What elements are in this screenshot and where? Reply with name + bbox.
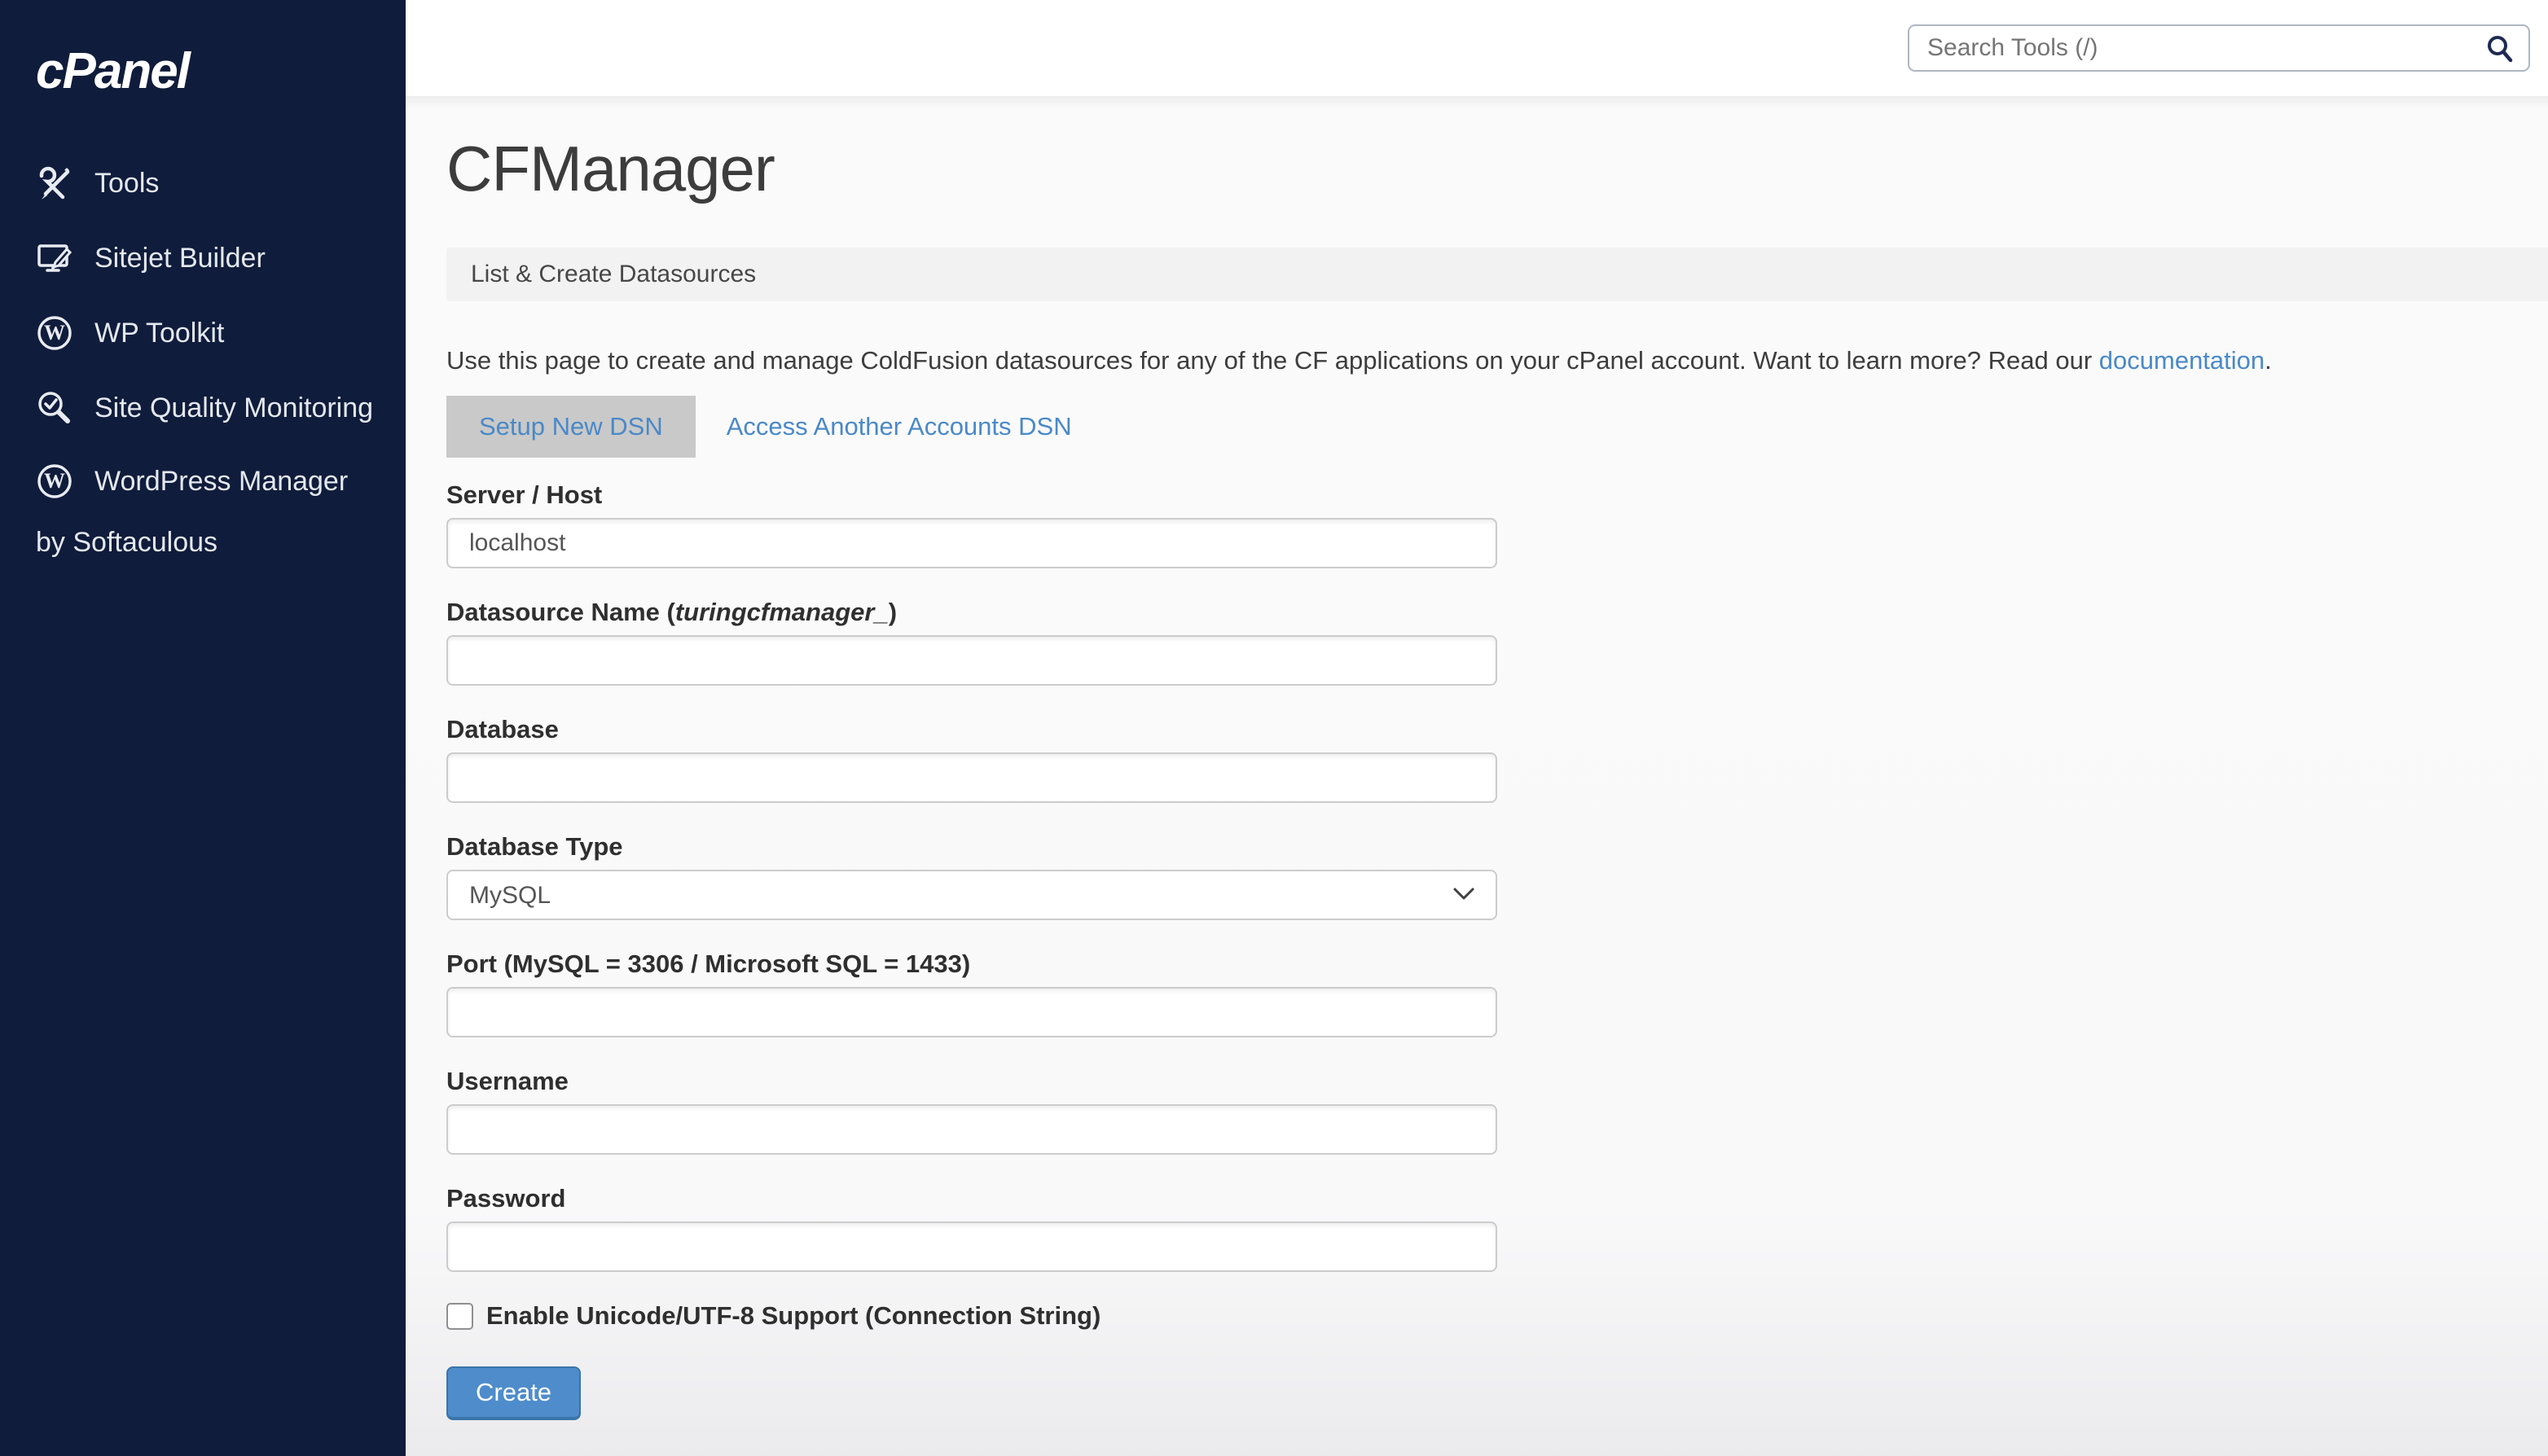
database-type-label: Database Type: [446, 832, 1497, 862]
wordpress-manager-row[interactable]: W WordPress Manager: [0, 445, 406, 517]
database-type-select-wrap: MySQL: [446, 870, 1497, 920]
breadcrumb-label: List & Create Datasources: [471, 261, 756, 288]
field-port: Port (MySQL = 3306 / Microsoft SQL = 143…: [446, 949, 1497, 1037]
cpanel-logo[interactable]: cPanel: [36, 42, 189, 100]
database-type-select[interactable]: MySQL: [446, 870, 1497, 920]
intro-text: Use this page to create and manage ColdF…: [446, 342, 2548, 379]
sidebar-item-label: Tools: [94, 168, 159, 200]
sidebar-item-label: Sitejet Builder: [94, 243, 266, 274]
sidebar-item-sitejet-builder[interactable]: Sitejet Builder: [0, 221, 406, 296]
password-label: Password: [446, 1184, 1497, 1213]
sidebar-item-label: WP Toolkit: [94, 318, 224, 349]
site-quality-icon: [36, 389, 73, 427]
sidebar-item-tools[interactable]: Tools: [0, 146, 406, 221]
datasource-name-input[interactable]: [446, 635, 1497, 686]
wordpress-icon: W: [36, 314, 73, 352]
sitejet-builder-icon: [36, 239, 73, 277]
intro-text-body: Use this page to create and manage ColdF…: [446, 346, 2099, 375]
sidebar-item-sublabel: by Softaculous: [0, 517, 406, 568]
field-database: Database: [446, 715, 1497, 803]
search-box: [1908, 24, 2530, 72]
sidebar-nav: Tools Sitejet Builder W WP Toolkit S: [0, 146, 406, 568]
create-button[interactable]: Create: [446, 1366, 581, 1420]
database-input[interactable]: [446, 752, 1497, 803]
label-italic-part: turingcfmanager_: [675, 598, 889, 626]
documentation-link[interactable]: documentation: [2099, 346, 2265, 375]
field-database-type: Database Type MySQL: [446, 832, 1497, 920]
password-input[interactable]: [446, 1221, 1497, 1272]
unicode-support-checkbox[interactable]: [446, 1303, 473, 1330]
label-suffix: ): [889, 598, 897, 626]
port-input[interactable]: [446, 987, 1497, 1037]
username-label: Username: [446, 1067, 1497, 1096]
intro-text-suffix: .: [2265, 346, 2272, 375]
field-server-host: Server / Host: [446, 480, 1497, 568]
tab-setup-new-dsn[interactable]: Setup New DSN: [446, 396, 696, 458]
label-prefix: Datasource Name (: [446, 598, 675, 626]
breadcrumb: List & Create Datasources: [446, 248, 2548, 301]
sidebar-item-label: Site Quality Monitoring: [94, 393, 373, 424]
server-host-input[interactable]: [446, 518, 1497, 568]
sidebar: cPanel Tools Sitejet Builder W: [0, 0, 406, 1456]
field-datasource-name: Datasource Name (turingcfmanager_): [446, 598, 1497, 686]
unicode-support-label: Enable Unicode/UTF-8 Support (Connection…: [486, 1301, 1100, 1331]
username-input[interactable]: [446, 1104, 1497, 1155]
sidebar-item-wordpress-manager[interactable]: W WordPress Manager by Softaculous: [0, 445, 406, 568]
sidebar-item-label: WordPress Manager: [94, 466, 348, 498]
sidebar-item-site-quality-monitoring[interactable]: Site Quality Monitoring: [0, 371, 406, 445]
main-area: CFManager List & Create Datasources Use …: [406, 0, 2548, 1456]
tools-icon: [36, 164, 73, 202]
tab-access-another-accounts-dsn[interactable]: Access Another Accounts DSN: [727, 412, 1072, 441]
dsn-tabs: Setup New DSN Access Another Accounts DS…: [446, 396, 2548, 458]
field-username: Username: [446, 1067, 1497, 1155]
page-title: CFManager: [446, 137, 2548, 200]
wordpress-icon: W: [36, 463, 73, 500]
port-label: Port (MySQL = 3306 / Microsoft SQL = 143…: [446, 949, 1497, 979]
unicode-support-row[interactable]: Enable Unicode/UTF-8 Support (Connection…: [446, 1301, 1497, 1331]
tab-label: Setup New DSN: [479, 412, 663, 441]
svg-text:W: W: [44, 469, 65, 493]
datasource-name-label: Datasource Name (turingcfmanager_): [446, 598, 1497, 627]
page-content: CFManager List & Create Datasources Use …: [406, 96, 2548, 1456]
dsn-form: Server / Host Datasource Name (turingcfm…: [446, 480, 1497, 1420]
sidebar-item-wp-toolkit[interactable]: W WP Toolkit: [0, 296, 406, 371]
search-input[interactable]: [1908, 24, 2530, 72]
field-password: Password: [446, 1184, 1497, 1272]
svg-text:W: W: [44, 321, 65, 344]
top-header: [406, 0, 2548, 96]
server-host-label: Server / Host: [446, 480, 1497, 510]
database-label: Database: [446, 715, 1497, 744]
